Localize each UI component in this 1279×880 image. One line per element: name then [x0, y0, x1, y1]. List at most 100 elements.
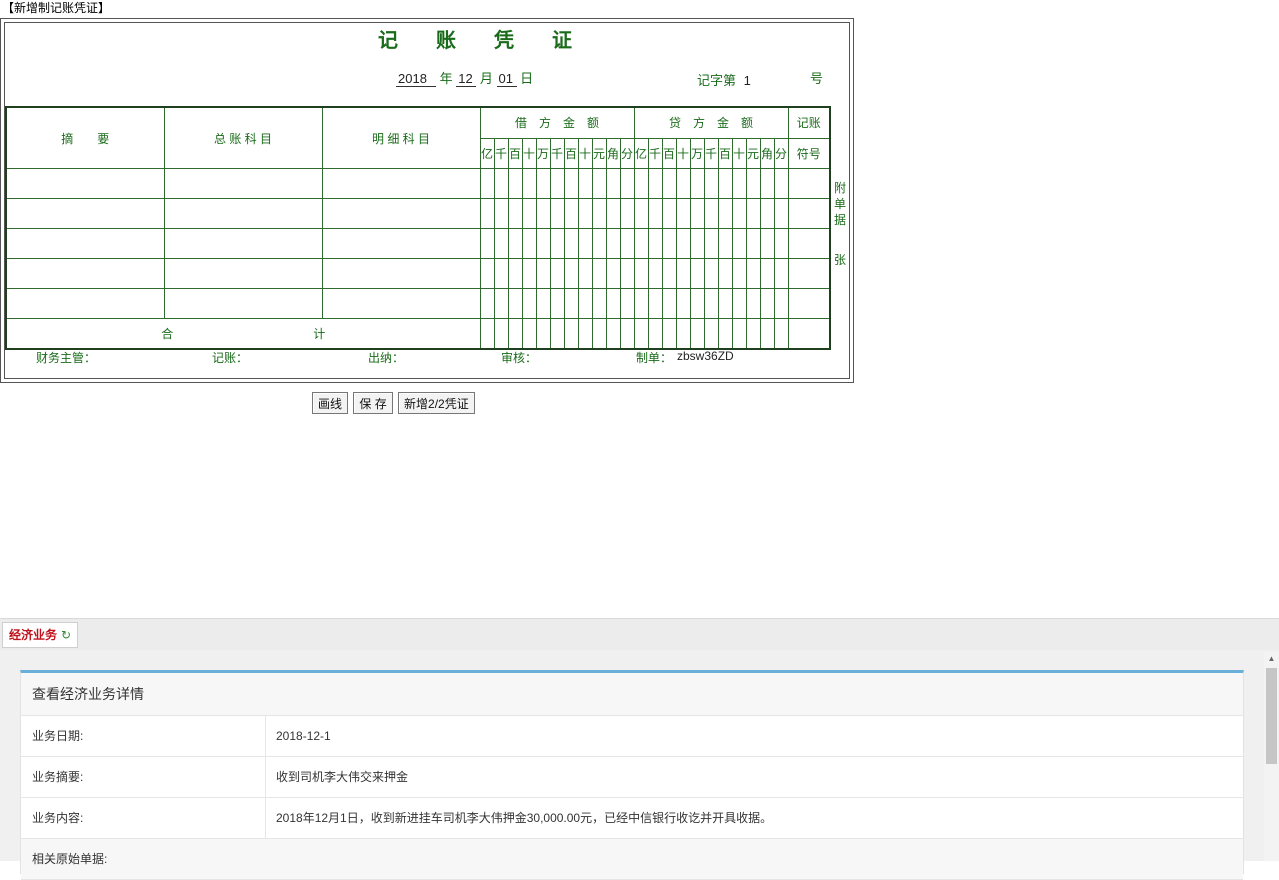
- credit-digit-cell[interactable]: [717, 228, 733, 259]
- credit-digit-cell[interactable]: [773, 288, 789, 319]
- credit-digit-cell[interactable]: [745, 258, 761, 289]
- debit-digit-cell[interactable]: [563, 288, 579, 319]
- debit-digit-cell[interactable]: [549, 198, 565, 229]
- credit-digit-cell[interactable]: [703, 228, 719, 259]
- mark-cell[interactable]: [787, 228, 831, 259]
- credit-digit-cell[interactable]: [647, 228, 663, 259]
- summary-cell[interactable]: [5, 168, 165, 199]
- credit-digit-cell[interactable]: [731, 198, 747, 229]
- credit-total-digit[interactable]: [759, 318, 775, 350]
- credit-digit-cell[interactable]: [633, 198, 649, 229]
- debit-digit-cell[interactable]: [535, 258, 551, 289]
- debit-digit-cell[interactable]: [507, 288, 523, 319]
- refresh-icon[interactable]: ↻: [61, 628, 71, 642]
- credit-digit-cell[interactable]: [703, 288, 719, 319]
- total-mark-cell[interactable]: [787, 318, 831, 350]
- save-button[interactable]: 保 存: [353, 392, 393, 414]
- debit-digit-cell[interactable]: [479, 228, 495, 259]
- debit-digit-cell[interactable]: [507, 258, 523, 289]
- debit-total-digit[interactable]: [521, 318, 537, 350]
- credit-digit-cell[interactable]: [745, 198, 761, 229]
- credit-digit-cell[interactable]: [647, 168, 663, 199]
- debit-digit-cell[interactable]: [619, 288, 635, 319]
- debit-digit-cell[interactable]: [493, 258, 509, 289]
- debit-digit-cell[interactable]: [535, 228, 551, 259]
- debit-digit-cell[interactable]: [549, 258, 565, 289]
- mark-cell[interactable]: [787, 288, 831, 319]
- panel-scrollbar[interactable]: ▲: [1264, 652, 1279, 861]
- debit-total-digit[interactable]: [507, 318, 523, 350]
- scrollbar-thumb[interactable]: [1266, 668, 1277, 764]
- credit-digit-cell[interactable]: [689, 288, 705, 319]
- credit-total-digit[interactable]: [647, 318, 663, 350]
- ledger-cell[interactable]: [163, 258, 323, 289]
- credit-digit-cell[interactable]: [759, 228, 775, 259]
- credit-digit-cell[interactable]: [703, 168, 719, 199]
- debit-digit-cell[interactable]: [563, 168, 579, 199]
- credit-digit-cell[interactable]: [661, 198, 677, 229]
- credit-digit-cell[interactable]: [703, 198, 719, 229]
- mark-cell[interactable]: [787, 168, 831, 199]
- credit-digit-cell[interactable]: [731, 288, 747, 319]
- credit-digit-cell[interactable]: [661, 288, 677, 319]
- debit-digit-cell[interactable]: [521, 198, 537, 229]
- credit-digit-cell[interactable]: [689, 228, 705, 259]
- debit-digit-cell[interactable]: [549, 168, 565, 199]
- debit-total-digit[interactable]: [619, 318, 635, 350]
- credit-total-digit[interactable]: [773, 318, 789, 350]
- credit-digit-cell[interactable]: [731, 228, 747, 259]
- debit-digit-cell[interactable]: [493, 228, 509, 259]
- debit-digit-cell[interactable]: [493, 168, 509, 199]
- credit-digit-cell[interactable]: [689, 198, 705, 229]
- debit-digit-cell[interactable]: [591, 228, 607, 259]
- detail-cell[interactable]: [321, 168, 481, 199]
- detail-cell[interactable]: [321, 258, 481, 289]
- debit-digit-cell[interactable]: [507, 198, 523, 229]
- debit-digit-cell[interactable]: [577, 228, 593, 259]
- debit-total-digit[interactable]: [493, 318, 509, 350]
- credit-digit-cell[interactable]: [661, 168, 677, 199]
- credit-digit-cell[interactable]: [773, 198, 789, 229]
- credit-total-digit[interactable]: [717, 318, 733, 350]
- debit-digit-cell[interactable]: [619, 258, 635, 289]
- credit-digit-cell[interactable]: [689, 258, 705, 289]
- debit-digit-cell[interactable]: [619, 228, 635, 259]
- add-voucher-button[interactable]: 新增2/2凭证: [398, 392, 475, 414]
- credit-total-digit[interactable]: [745, 318, 761, 350]
- ledger-cell[interactable]: [163, 168, 323, 199]
- credit-digit-cell[interactable]: [731, 258, 747, 289]
- debit-digit-cell[interactable]: [479, 168, 495, 199]
- credit-digit-cell[interactable]: [689, 168, 705, 199]
- debit-digit-cell[interactable]: [591, 168, 607, 199]
- summary-cell[interactable]: [5, 198, 165, 229]
- mark-cell[interactable]: [787, 258, 831, 289]
- credit-total-digit[interactable]: [703, 318, 719, 350]
- credit-digit-cell[interactable]: [703, 258, 719, 289]
- debit-digit-cell[interactable]: [577, 198, 593, 229]
- debit-digit-cell[interactable]: [563, 198, 579, 229]
- ledger-cell[interactable]: [163, 288, 323, 319]
- credit-digit-cell[interactable]: [717, 198, 733, 229]
- tab-economic-business[interactable]: 经济业务 ↻: [2, 622, 79, 648]
- day-input[interactable]: 01: [496, 71, 517, 87]
- credit-digit-cell[interactable]: [745, 288, 761, 319]
- credit-digit-cell[interactable]: [647, 288, 663, 319]
- debit-digit-cell[interactable]: [479, 198, 495, 229]
- debit-digit-cell[interactable]: [535, 288, 551, 319]
- credit-digit-cell[interactable]: [633, 228, 649, 259]
- debit-digit-cell[interactable]: [521, 288, 537, 319]
- debit-digit-cell[interactable]: [591, 258, 607, 289]
- credit-digit-cell[interactable]: [717, 168, 733, 199]
- ledger-cell[interactable]: [163, 198, 323, 229]
- detail-cell[interactable]: [321, 198, 481, 229]
- debit-digit-cell[interactable]: [605, 168, 621, 199]
- credit-total-digit[interactable]: [731, 318, 747, 350]
- scroll-up-icon[interactable]: ▲: [1264, 652, 1279, 666]
- debit-digit-cell[interactable]: [521, 258, 537, 289]
- credit-digit-cell[interactable]: [773, 258, 789, 289]
- debit-digit-cell[interactable]: [591, 288, 607, 319]
- credit-digit-cell[interactable]: [717, 258, 733, 289]
- credit-digit-cell[interactable]: [745, 168, 761, 199]
- summary-cell[interactable]: [5, 228, 165, 259]
- credit-digit-cell[interactable]: [759, 168, 775, 199]
